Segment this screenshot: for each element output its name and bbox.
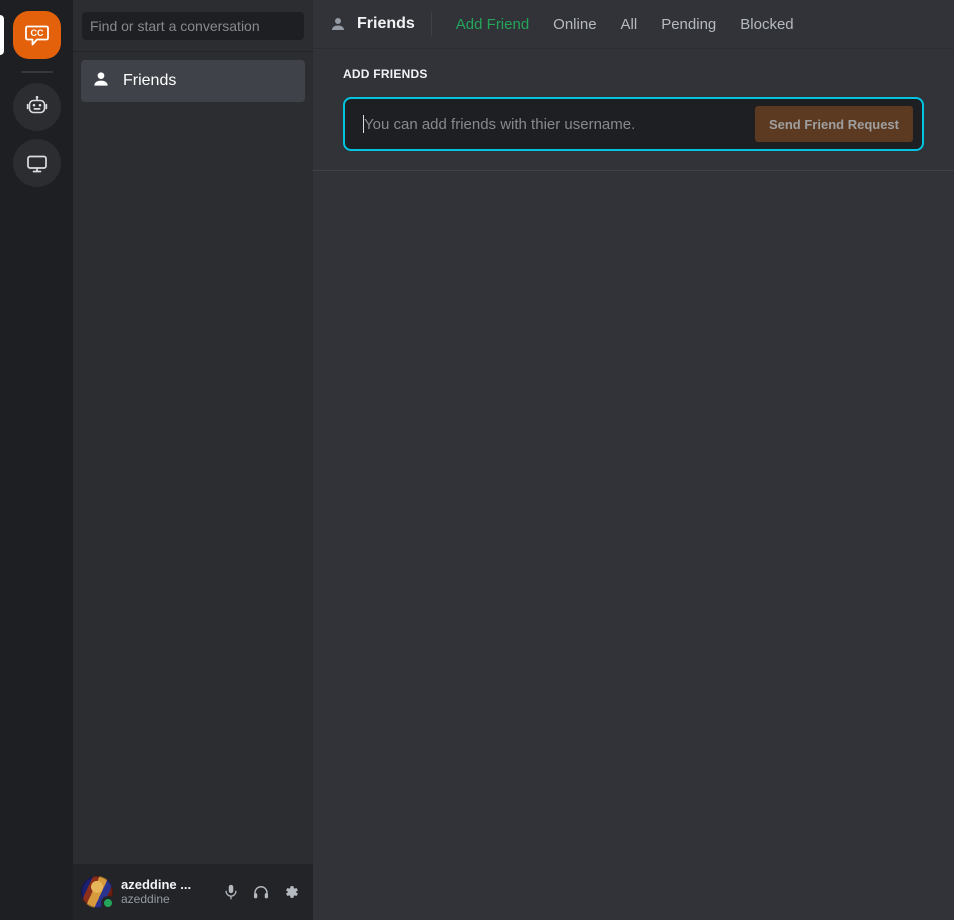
tab-add-friend[interactable]: Add Friend [448, 14, 537, 35]
sidebar-nav-list: Friends [73, 52, 313, 864]
friends-tabs: Add Friend Online All Pending Blocked [448, 14, 802, 35]
app-window: CC Find or start a conversation Friends … [0, 0, 954, 920]
send-friend-request-button[interactable]: Send Friend Request [754, 106, 913, 142]
sidebar-item-friends[interactable]: Friends [81, 60, 305, 102]
svg-text:CC: CC [30, 28, 43, 38]
add-friends-panel: ADD FRIENDS Send Friend Request [313, 49, 954, 920]
tab-online[interactable]: Online [545, 14, 604, 35]
rail-item-cc-home[interactable]: CC [0, 11, 73, 59]
top-navigation-bar: Friends Add Friend Online All Pending Bl… [313, 0, 954, 49]
main-content: Friends Add Friend Online All Pending Bl… [313, 0, 954, 920]
server-rail: CC [0, 0, 73, 920]
monitor-icon[interactable] [12, 139, 61, 187]
sidebar-item-label: Friends [123, 72, 177, 89]
add-friend-input-wrap[interactable] [363, 115, 755, 133]
person-icon [329, 15, 347, 33]
user-panel-actions [221, 882, 305, 902]
cc-speech-bubble-icon[interactable]: CC [12, 11, 61, 59]
user-display-name: azeddine ... [121, 877, 192, 892]
user-panel: azeddine ... azeddine [73, 864, 313, 920]
rail-divider [20, 71, 53, 73]
channel-sidebar: Friends azeddine ... azeddine [73, 0, 313, 920]
page-title-label: Friends [357, 15, 415, 32]
section-divider [313, 170, 954, 171]
person-icon [91, 69, 111, 94]
add-friend-input[interactable] [364, 115, 755, 133]
microphone-icon[interactable] [221, 882, 241, 902]
user-username: azeddine [121, 892, 170, 906]
section-heading: ADD FRIENDS [343, 67, 428, 81]
search-bar-container [73, 0, 313, 52]
add-friend-input-container[interactable]: Send Friend Request [343, 97, 924, 151]
avatar-container[interactable] [81, 876, 115, 910]
topbar-divider [430, 12, 432, 36]
rail-item-bot[interactable] [0, 83, 73, 131]
search-input[interactable] [90, 17, 296, 34]
search-box[interactable] [82, 11, 304, 40]
active-indicator-pill [0, 15, 4, 55]
headphones-icon[interactable] [251, 882, 271, 902]
user-name-block[interactable]: azeddine ... azeddine [121, 878, 213, 907]
gear-icon[interactable] [281, 882, 301, 902]
tab-all[interactable]: All [613, 14, 646, 35]
tab-blocked[interactable]: Blocked [732, 14, 801, 35]
page-title: Friends [329, 15, 415, 33]
tab-pending[interactable]: Pending [653, 14, 724, 35]
robot-icon[interactable] [12, 83, 61, 131]
rail-item-display[interactable] [0, 139, 73, 187]
status-badge [101, 896, 115, 910]
